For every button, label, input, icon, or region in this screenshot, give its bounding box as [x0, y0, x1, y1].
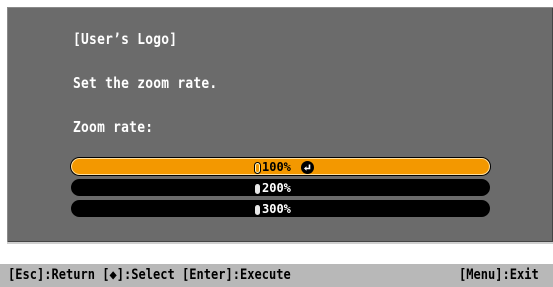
status-help-text: [Esc]:Return [◆]:Select [Enter]:Execute: [8, 267, 291, 283]
option-200[interactable]: 200%: [71, 179, 490, 196]
enter-return-icon: [300, 161, 314, 174]
panel-divider: [7, 242, 553, 244]
option-300[interactable]: 300%: [71, 200, 490, 217]
status-bar: [Esc]:Return [◆]:Select [Enter]:Execute …: [0, 264, 553, 287]
option-label: 200%: [262, 181, 291, 195]
zoom-rate-label: Zoom rate:: [73, 118, 154, 136]
status-exit-text: [Menu]:Exit: [459, 267, 539, 283]
option-100[interactable]: 100%: [71, 158, 490, 175]
instruction-text: Set the zoom rate.: [73, 74, 218, 92]
option-label: 300%: [262, 202, 291, 216]
radio-unselected-icon: [255, 204, 260, 215]
radio-unselected-icon: [255, 183, 260, 194]
dialog-title: [User’s Logo]: [73, 30, 178, 48]
option-label: 100%: [262, 160, 291, 174]
radio-selected-icon: [255, 162, 260, 173]
